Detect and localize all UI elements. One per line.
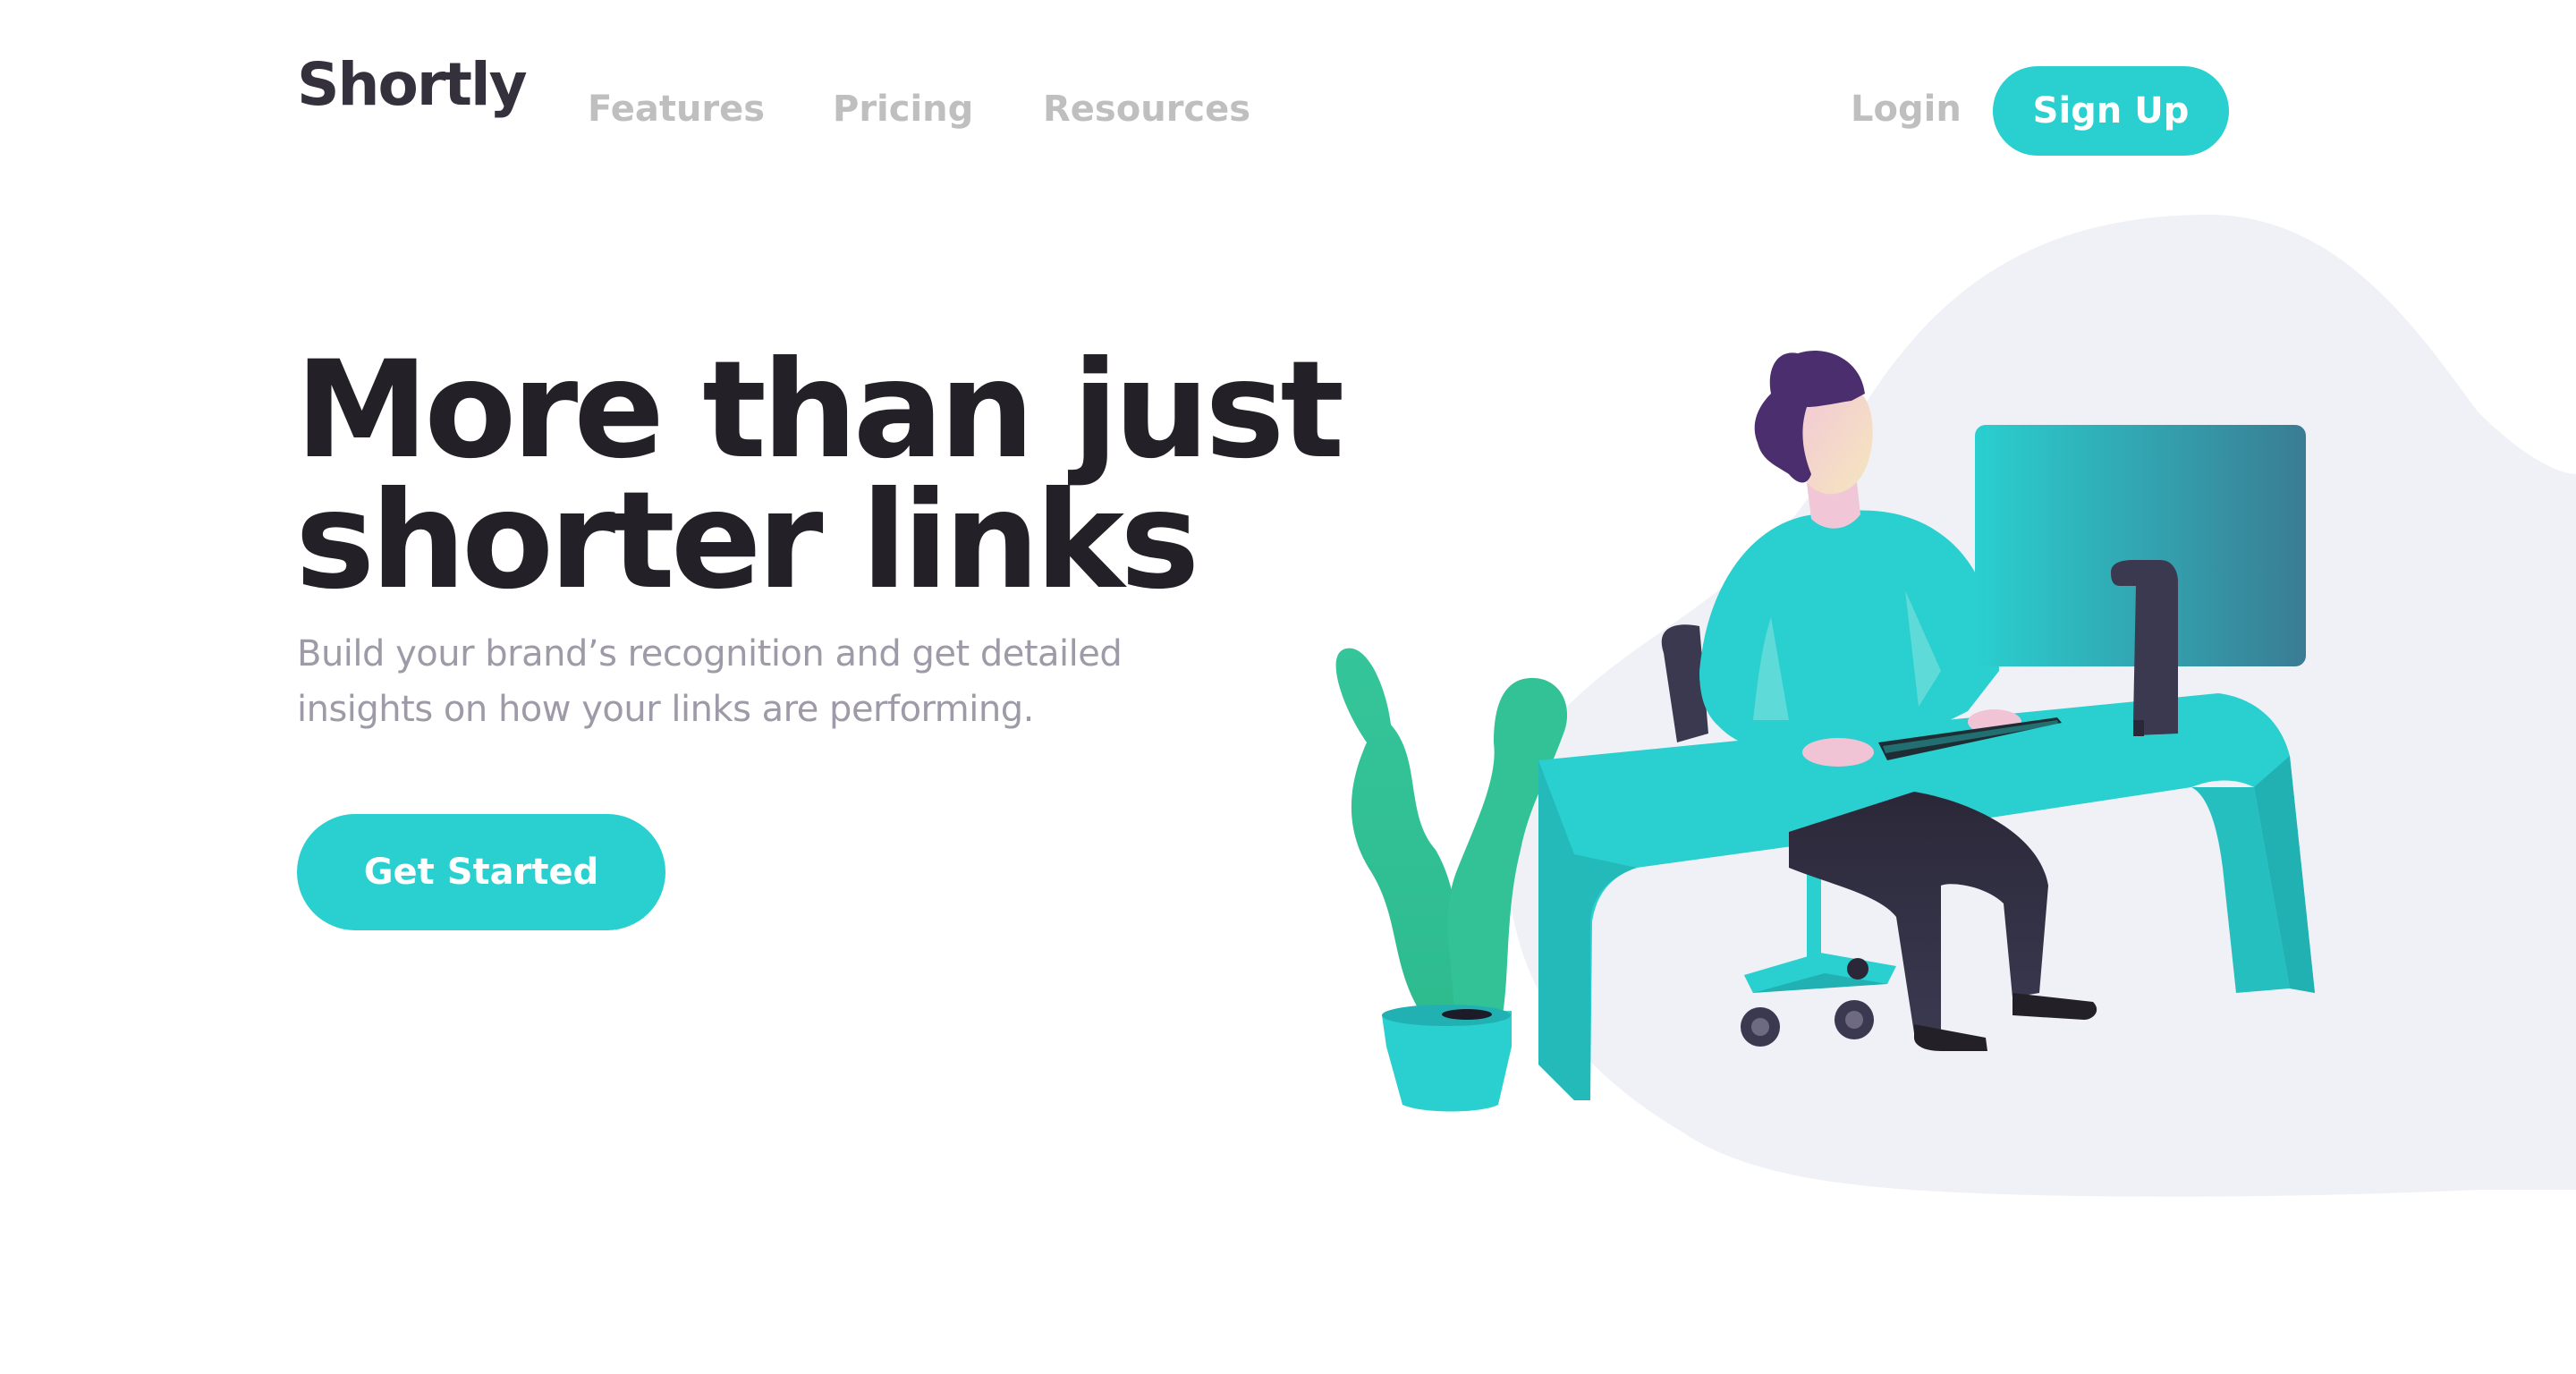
background-blob xyxy=(1507,215,2576,1197)
hero-title-line-1: More than just xyxy=(295,333,1344,488)
site-header: Shortly Features Pricing Resources Login… xyxy=(0,0,2576,197)
person-hand-left xyxy=(1802,738,1874,767)
sign-up-button[interactable]: Sign Up xyxy=(1993,66,2229,156)
person-working-illustration xyxy=(1324,206,2576,1217)
hero-subtitle: Build your brand’s recognition and get d… xyxy=(297,633,1123,730)
nav-link-features[interactable]: Features xyxy=(588,91,765,127)
hero-title: More than just shorter links xyxy=(295,333,1368,619)
get-started-button[interactable]: Get Started xyxy=(297,814,665,930)
nav-link-pricing[interactable]: Pricing xyxy=(833,91,973,127)
nav-link-resources[interactable]: Resources xyxy=(1043,91,1250,127)
plant-leaf-left xyxy=(1335,648,1459,1033)
landing-page: Shortly Features Pricing Resources Login… xyxy=(0,0,2576,1374)
logo[interactable]: Shortly xyxy=(297,55,528,114)
login-link[interactable]: Login xyxy=(1851,91,1962,127)
hero-title-line-2: shorter links xyxy=(295,463,1199,619)
